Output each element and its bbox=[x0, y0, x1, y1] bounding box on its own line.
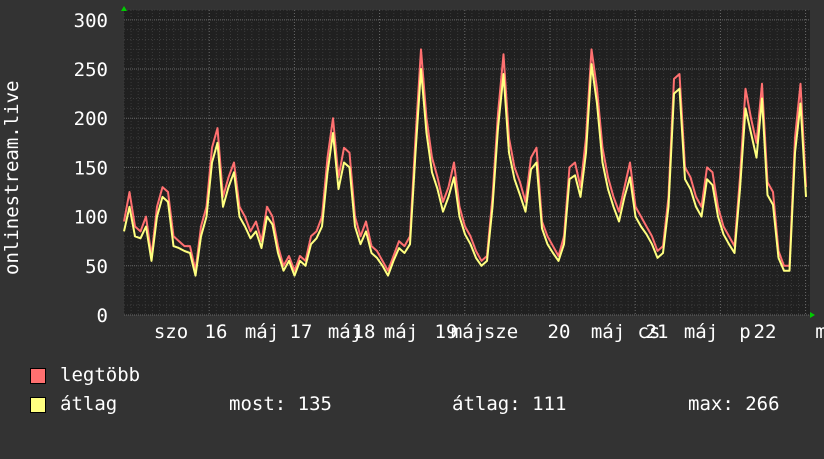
x-tick-label: 20 bbox=[548, 321, 571, 343]
x-tick-label: máj bbox=[451, 321, 485, 343]
x-axis-arrow-icon bbox=[810, 312, 815, 318]
y-tick-label: 0 bbox=[97, 305, 108, 327]
y-tick-label: 150 bbox=[74, 157, 108, 179]
y-tick-label: 250 bbox=[74, 59, 108, 81]
y-axis-arrow-icon bbox=[121, 6, 127, 11]
y-tick-label: 300 bbox=[74, 10, 108, 32]
x-axis-ticks: szo 16 máj 17 máj18 máj 19májsze 20 máj cs21 máj p 2… bbox=[154, 321, 824, 343]
legend-item-avg: átlag bbox=[30, 393, 117, 459]
x-tick-label: máj bbox=[384, 321, 418, 343]
x-tick-label: 18 bbox=[353, 321, 376, 343]
chart: 050100150200250300 szo 16 máj 17 máj18 máj 19m… bbox=[1, 6, 824, 343]
legend-label-max: legtöbb bbox=[60, 364, 141, 386]
stat-max: max: 266 bbox=[688, 393, 780, 415]
y-tick-label: 50 bbox=[85, 256, 108, 278]
x-tick-label: p bbox=[739, 321, 750, 343]
stat-avg: átlag: 111 bbox=[452, 393, 567, 415]
x-tick-label: szo bbox=[154, 321, 188, 343]
y-axis-label: onlinestream.live bbox=[1, 81, 23, 275]
plot-area bbox=[124, 10, 810, 315]
x-tick-label: 17 bbox=[290, 321, 313, 343]
x-tick-label: sze bbox=[484, 321, 518, 343]
x-tick-label: 16 bbox=[205, 321, 228, 343]
x-tick-label: máj bbox=[245, 321, 279, 343]
y-tick-label: 200 bbox=[74, 108, 108, 130]
y-axis-ticks: 0 50 100 150 200 250 300 bbox=[74, 10, 108, 327]
stat-now: most: 135 bbox=[229, 393, 332, 415]
x-tick-label: m bbox=[815, 321, 824, 343]
x-tick-label: máj bbox=[684, 321, 718, 343]
x-tick-label: 22 bbox=[754, 321, 777, 343]
x-tick-label: 21 bbox=[646, 321, 669, 343]
x-tick-label: máj bbox=[591, 321, 625, 343]
legend-swatch-avg bbox=[30, 397, 46, 413]
y-tick-label: 100 bbox=[74, 207, 108, 229]
legend-swatch-max bbox=[30, 368, 46, 384]
legend-label-avg: átlag bbox=[60, 393, 118, 415]
